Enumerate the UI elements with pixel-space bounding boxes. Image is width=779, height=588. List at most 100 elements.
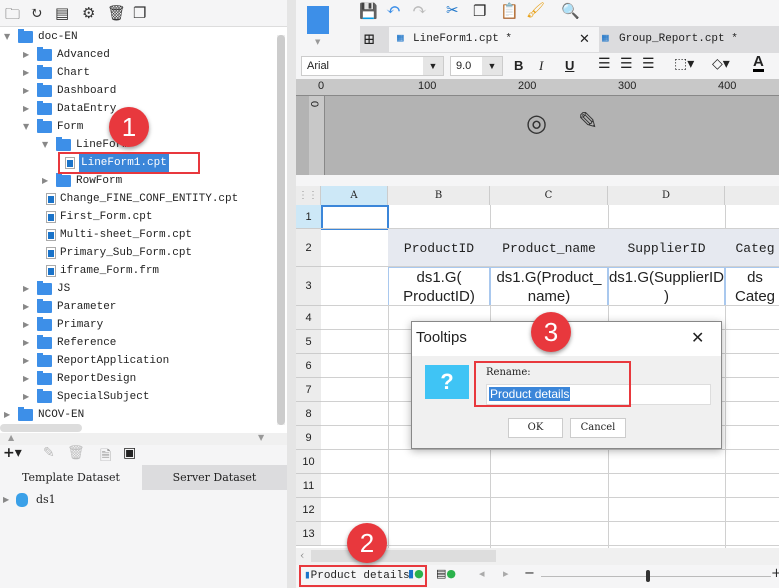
expand-arrow-icon[interactable]: ▶ bbox=[3, 491, 9, 509]
row-header-1[interactable]: 1 bbox=[296, 205, 321, 229]
delete-icon[interactable]: 🗑 bbox=[107, 4, 126, 22]
zoom-slider[interactable] bbox=[541, 576, 771, 577]
row-header-2[interactable]: 2 bbox=[296, 229, 321, 267]
close-icon[interactable]: ✕ bbox=[691, 328, 704, 347]
template-icon[interactable]: ▤ bbox=[55, 4, 69, 22]
copy-icon[interactable]: ❐ bbox=[473, 2, 486, 20]
prev-sheet-icon[interactable]: ◂ bbox=[479, 567, 485, 580]
font-select[interactable]: Arial ▼ bbox=[301, 56, 444, 76]
italic-button[interactable]: I bbox=[539, 58, 543, 74]
expand-arrow-icon[interactable]: ▶ bbox=[23, 64, 29, 82]
row-header-5[interactable]: 5 bbox=[296, 330, 321, 354]
column-header-d[interactable]: D bbox=[608, 186, 725, 205]
header-cell[interactable]: Categ bbox=[725, 229, 779, 267]
column-header-e[interactable] bbox=[725, 186, 779, 205]
expand-arrow-icon[interactable]: ▶ bbox=[23, 82, 29, 100]
zoom-out-button[interactable]: − bbox=[524, 566, 535, 581]
cancel-button[interactable]: Cancel bbox=[570, 418, 626, 438]
preview-icon[interactable] bbox=[307, 6, 329, 34]
row-header-9[interactable]: 9 bbox=[296, 426, 321, 450]
collapse-down-icon[interactable]: ▼ bbox=[258, 433, 264, 442]
row-header-11[interactable]: 11 bbox=[296, 474, 321, 498]
collapse-arrow-icon[interactable]: ▼ bbox=[42, 136, 48, 154]
header-cell[interactable]: Product_name bbox=[490, 229, 608, 267]
fill-color-icon[interactable]: ◇▾ bbox=[712, 56, 730, 72]
expand-arrow-icon[interactable]: ▶ bbox=[23, 352, 29, 370]
row-header-4[interactable]: 4 bbox=[296, 306, 321, 330]
row-header-8[interactable]: 8 bbox=[296, 402, 321, 426]
new-tab-icon[interactable]: ⊞ bbox=[363, 27, 389, 52]
collapse-arrow-icon[interactable]: ▼ bbox=[4, 28, 10, 46]
expand-arrow-icon[interactable]: ▶ bbox=[23, 370, 29, 388]
cut-icon[interactable]: ✂ bbox=[446, 1, 459, 19]
align-left-icon[interactable]: ☰ bbox=[598, 56, 611, 72]
align-center-icon[interactable]: ☰ bbox=[620, 56, 633, 72]
tree-horizontal-scrollbar[interactable] bbox=[0, 424, 82, 432]
ok-button[interactable]: OK bbox=[508, 418, 563, 438]
add-dataset-icon[interactable]: +▾ bbox=[3, 445, 22, 461]
delete-icon[interactable]: 🗑 bbox=[67, 445, 85, 461]
server-dataset-icon[interactable]: ▣ bbox=[123, 445, 136, 461]
bold-button[interactable]: B bbox=[514, 58, 523, 73]
zoom-slider-handle[interactable] bbox=[646, 570, 650, 582]
collapse-arrow-icon[interactable]: ▼ bbox=[23, 118, 29, 136]
close-icon[interactable]: ✕ bbox=[579, 27, 590, 52]
expand-arrow-icon[interactable]: ▶ bbox=[23, 316, 29, 334]
hidden-eye-icon[interactable]: ◎ bbox=[526, 109, 547, 137]
chevron-down-icon[interactable]: ▼ bbox=[315, 38, 320, 46]
expand-arrow-icon[interactable]: ▶ bbox=[23, 46, 29, 64]
column-header-c[interactable]: C bbox=[490, 186, 608, 205]
data-cell[interactable]: ds Categ bbox=[725, 267, 779, 306]
redo-icon[interactable]: ↷ bbox=[412, 0, 427, 21]
row-header-6[interactable]: 6 bbox=[296, 354, 321, 378]
expand-arrow-icon[interactable]: ▶ bbox=[23, 334, 29, 352]
next-sheet-icon[interactable]: ▸ bbox=[503, 567, 509, 580]
font-color-button[interactable]: A bbox=[753, 54, 764, 72]
copy-icon[interactable]: ❐ bbox=[133, 4, 146, 22]
scroll-left-icon[interactable]: ‹ bbox=[300, 549, 304, 562]
expand-arrow-icon[interactable]: ▶ bbox=[23, 298, 29, 316]
align-right-icon[interactable]: ☰ bbox=[642, 56, 655, 72]
add-dashboard-sheet-icon[interactable]: ▤● bbox=[436, 567, 456, 580]
edit-icon[interactable]: ✎ bbox=[43, 445, 55, 461]
tab-lineform1[interactable]: ▦ LineForm1.cpt * ✕ bbox=[389, 27, 599, 52]
panel-splitter[interactable]: ▲ ▼ bbox=[0, 433, 287, 445]
row-header-3[interactable]: 3 bbox=[296, 267, 321, 306]
data-cell[interactable]: ds1.G( ProductID) bbox=[388, 267, 490, 306]
scroll-thumb[interactable] bbox=[311, 550, 496, 562]
row-header-12[interactable]: 12 bbox=[296, 498, 321, 522]
header-cell[interactable]: ProductID bbox=[388, 229, 490, 267]
save-icon[interactable]: 💾 bbox=[359, 2, 378, 20]
expand-arrow-icon[interactable]: ▶ bbox=[42, 172, 48, 190]
new-folder-icon[interactable]: 🗀 bbox=[5, 4, 20, 29]
expand-arrow-icon[interactable]: ▶ bbox=[4, 406, 10, 424]
column-header-a[interactable]: A bbox=[321, 186, 388, 205]
panel-divider[interactable] bbox=[287, 0, 296, 588]
header-cell[interactable]: SupplierID bbox=[608, 229, 725, 267]
tree-scrollbar[interactable] bbox=[277, 35, 285, 425]
row-header-10[interactable]: 10 bbox=[296, 450, 321, 474]
underline-button[interactable]: U bbox=[565, 58, 574, 73]
refresh-icon[interactable]: ↻ bbox=[30, 4, 43, 22]
column-header-b[interactable]: B bbox=[388, 186, 490, 205]
tab-group-report[interactable]: ▦ Group_Report.cpt * bbox=[599, 27, 779, 52]
data-cell[interactable]: ds1.G(SupplierID ) bbox=[608, 267, 725, 306]
select-all-icon[interactable]: ⋮⋮ bbox=[296, 186, 321, 205]
chevron-down-icon[interactable]: ▼ bbox=[482, 57, 502, 75]
zoom-in-button[interactable]: + bbox=[771, 566, 779, 581]
paste-icon[interactable]: 📋 bbox=[500, 2, 519, 20]
tab-server-dataset[interactable]: Server Dataset bbox=[142, 465, 287, 490]
format-painter-icon[interactable]: 🖌 bbox=[526, 1, 545, 19]
font-size-select[interactable]: 9.0 ▼ bbox=[450, 56, 503, 76]
tab-template-dataset[interactable]: Template Dataset bbox=[0, 465, 142, 490]
settings-icon[interactable]: ⚙ bbox=[82, 4, 95, 22]
row-header-13[interactable]: 13 bbox=[296, 522, 321, 546]
expand-arrow-icon[interactable]: ▶ bbox=[23, 388, 29, 406]
undo-icon[interactable]: ↶ bbox=[386, 0, 401, 21]
pencil-icon[interactable]: ✎ bbox=[578, 107, 598, 135]
row-header-7[interactable]: 7 bbox=[296, 378, 321, 402]
data-cell[interactable]: ds1.G(Product_ name) bbox=[490, 267, 608, 306]
selected-cell-a1[interactable] bbox=[321, 205, 389, 230]
find-icon[interactable]: 🔍 bbox=[561, 2, 580, 20]
expand-arrow-icon[interactable]: ▶ bbox=[23, 100, 29, 118]
